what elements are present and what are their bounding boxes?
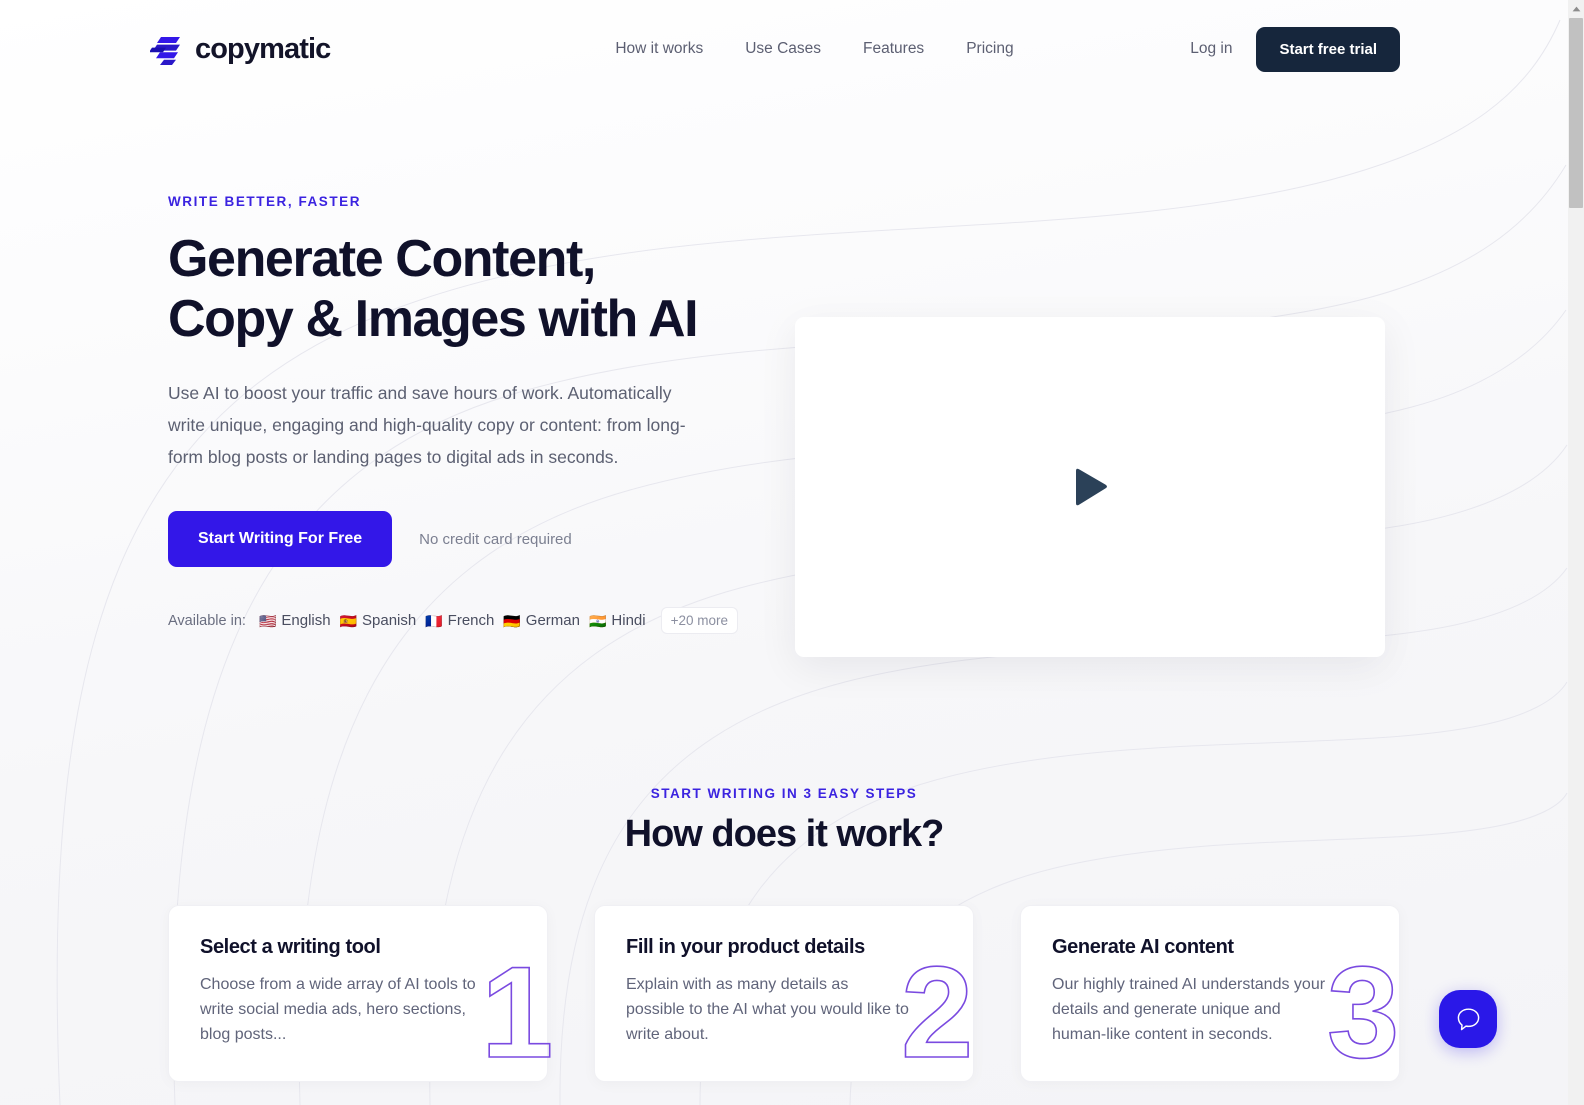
step-numeral-3: 3 xyxy=(1325,953,1405,1065)
step-title: Generate AI content xyxy=(1052,936,1234,958)
flag-de-icon: 🇩🇪 xyxy=(503,612,521,629)
hero-cta-row: Start Writing For Free No credit card re… xyxy=(168,511,768,567)
step-description: Explain with as many details as possible… xyxy=(626,976,909,1043)
chat-launcher-button[interactable] xyxy=(1439,990,1497,1048)
hero-title-line-1: Generate Content, xyxy=(168,230,596,288)
step-description: Choose from a wide array of AI tools to … xyxy=(200,976,476,1043)
step-numeral-text: 1 xyxy=(481,953,553,1065)
flag-us-icon: 🇺🇸 xyxy=(258,612,277,629)
page-scrollbar[interactable] xyxy=(1568,0,1584,1105)
hero-eyebrow: WRITE BETTER, FASTER xyxy=(168,194,361,209)
hero-video-player[interactable] xyxy=(795,317,1385,657)
language-german[interactable]: 🇩🇪 German xyxy=(503,612,580,629)
language-english[interactable]: 🇺🇸 English xyxy=(259,612,331,629)
how-title: How does it work? xyxy=(624,813,945,855)
step-numeral-1: 1 xyxy=(479,953,553,1065)
language-hindi[interactable]: 🇮🇳 Hindi xyxy=(589,612,646,629)
language-french[interactable]: 🇫🇷 French xyxy=(425,612,494,629)
nav-features[interactable]: Features xyxy=(863,40,924,58)
available-languages-label: Available in: xyxy=(168,612,246,629)
header-actions: Log in Start free trial xyxy=(1190,26,1400,72)
scrollbar-thumb[interactable] xyxy=(1569,18,1583,208)
step-numeral-text: 3 xyxy=(1327,953,1399,1065)
start-writing-for-free-button[interactable]: Start Writing For Free xyxy=(168,511,393,567)
hero-title-line-2: Copy & Images with AI xyxy=(168,290,699,348)
step-title: Fill in your product details xyxy=(626,936,865,958)
copymatic-logo-icon xyxy=(150,37,180,65)
flag-fr-icon: 🇫🇷 xyxy=(425,612,443,629)
hero-copy: WRITE BETTER, FASTER Generate Content, C… xyxy=(168,194,768,634)
brand-name: copymatic xyxy=(195,32,331,65)
flag-in-icon: 🇮🇳 xyxy=(588,612,607,629)
flag-es-icon: 🇪🇸 xyxy=(339,612,358,629)
step-card-3: Generate AI content Our highly trained A… xyxy=(1020,905,1400,1082)
how-eyebrow: START WRITING IN 3 EASY STEPS xyxy=(650,786,918,801)
primary-nav: How it works Use Cases Features Pricing xyxy=(615,40,1013,58)
step-numeral-text: 2 xyxy=(901,953,973,1065)
language-hindi-label: Hindi xyxy=(611,612,646,629)
brand-logo[interactable]: copymatic xyxy=(150,32,331,66)
scroll-up-arrow-icon[interactable] xyxy=(1568,0,1584,17)
nav-how-it-works[interactable]: How it works xyxy=(615,40,703,58)
no-credit-card-note: No credit card required xyxy=(419,530,572,548)
play-triangle-icon xyxy=(1076,468,1107,506)
chat-bubble-icon xyxy=(1457,1007,1479,1030)
step-card-2: Fill in your product details Explain wit… xyxy=(594,905,974,1082)
language-french-label: French xyxy=(447,612,495,629)
page-root: copymatic How it works Use Cases Feature… xyxy=(0,0,1568,1105)
step-card-1: Select a writing tool Choose from a wide… xyxy=(168,905,553,1082)
hero-section: WRITE BETTER, FASTER Generate Content, C… xyxy=(0,98,1568,657)
steps-list: Select a writing tool Choose from a wide… xyxy=(0,905,1568,1082)
how-it-works-section: START WRITING IN 3 EASY STEPS How does i… xyxy=(0,786,1568,1082)
language-english-label: English xyxy=(281,612,331,629)
nav-pricing[interactable]: Pricing xyxy=(966,40,1013,58)
language-spanish[interactable]: 🇪🇸 Spanish xyxy=(340,612,417,629)
start-free-trial-button[interactable]: Start free trial xyxy=(1256,26,1400,72)
hero-title: Generate Content, Copy & Images with AI xyxy=(168,229,768,349)
available-languages: Available in: 🇺🇸 English 🇪🇸 Spanish 🇫🇷 F… xyxy=(168,607,768,634)
more-languages-badge[interactable]: +20 more xyxy=(660,607,739,634)
step-title: Select a writing tool xyxy=(200,936,381,958)
language-spanish-label: Spanish xyxy=(362,612,417,629)
login-link[interactable]: Log in xyxy=(1190,40,1232,58)
nav-use-cases[interactable]: Use Cases xyxy=(745,40,821,58)
site-header: copymatic How it works Use Cases Feature… xyxy=(0,0,1568,98)
step-description: Our highly trained AI understands your d… xyxy=(1052,976,1326,1043)
hero-subtitle: Use AI to boost your traffic and save ho… xyxy=(168,383,686,467)
step-numeral-2: 2 xyxy=(899,953,979,1065)
language-german-label: German xyxy=(525,612,580,629)
